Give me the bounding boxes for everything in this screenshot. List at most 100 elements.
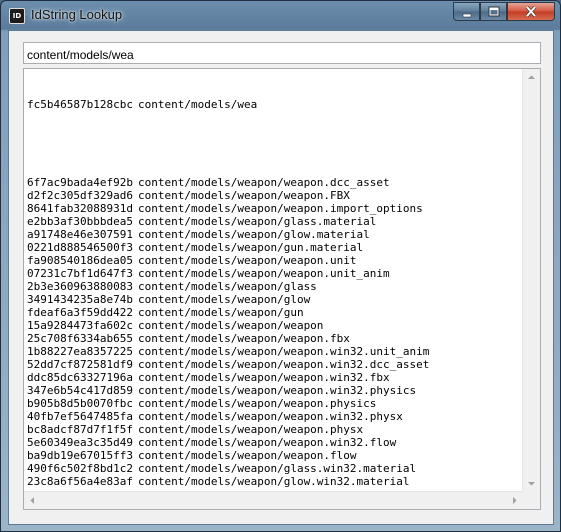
hash-value: 347e6b54c417d859: [27, 384, 133, 397]
hash-value: ba9db19e67015ff3: [27, 449, 133, 462]
hash-value: 52dd7cf872581df9: [27, 358, 133, 371]
hash-value: 2b3e360963880083: [27, 280, 133, 293]
result-row: 52dd7cf872581df9 content/models/weapon/we…: [27, 358, 521, 371]
path-value: content/models/weapon/gun.win32.material: [138, 488, 403, 490]
result-row: 15a9284473fa602c content/models/weapon/we…: [27, 319, 521, 332]
path-value: content/models/weapon/weapon.physics: [138, 397, 377, 410]
result-row: ddc85dc63327196a content/models/weapon/we…: [27, 371, 521, 384]
result-row: 07231c7bf1d647f3 content/models/weapon/we…: [27, 267, 521, 280]
path-value: content/models/weapon/glow.material: [138, 228, 370, 241]
vertical-scrollbar[interactable]: [522, 69, 540, 492]
result-row: 25c708f6334ab655 content/models/weapon/we…: [27, 332, 521, 345]
path-value: content/models/weapon/weapon.dcc_asset: [138, 176, 390, 189]
result-row: 1b88227ea8357225 content/models/weapon/we…: [27, 345, 521, 358]
hash-value: fa908540186dea05: [27, 254, 133, 267]
result-row: a91748e46e307591 content/models/weapon/gl…: [27, 228, 521, 241]
path-value: content/models/weapon/weapon.unit_anim: [138, 267, 390, 280]
hash-value: e2bb3af30bbbdea5: [27, 215, 133, 228]
horizontal-scrollbar[interactable]: [24, 491, 523, 509]
client-area: fc5b46587b128cbc content/models/wea 6f7ac…: [8, 30, 554, 525]
title-bar[interactable]: ID IdString Lookup: [1, 1, 560, 29]
path-value: content/models/weapon/glass.material: [138, 215, 377, 228]
minimize-button[interactable]: [453, 2, 480, 21]
search-input[interactable]: [23, 42, 541, 64]
scrollbar-corner: [523, 492, 540, 509]
results-content: fc5b46587b128cbc content/models/wea 6f7ac…: [27, 72, 521, 490]
scroll-down-button[interactable]: [523, 475, 540, 492]
close-button[interactable]: [507, 2, 555, 21]
path-value: content/models/weapon/weapon.win32.dcc_a…: [138, 358, 430, 371]
result-row: d2f2c305df329ad6 content/models/weapon/we…: [27, 189, 521, 202]
app-window: ID IdString Lookup fc5b46587b128cbc conte…: [0, 0, 561, 532]
path-value: content/models/weapon/glass: [138, 280, 317, 293]
scroll-up-arrow-icon: [523, 69, 540, 86]
path-value: content/models/weapon/glow.win32.materia…: [138, 475, 410, 488]
result-row: 490f6c502f8bd1c2 content/models/weapon/gl…: [27, 462, 521, 475]
result-row: 23c8a6f56a4e83af content/models/weapon/gl…: [27, 475, 521, 488]
result-row: fdeaf6a3f59dd422 content/models/weapon/gu…: [27, 306, 521, 319]
result-row: fa908540186dea05 content/models/weapon/we…: [27, 254, 521, 267]
hash-value: 3491434235a8e74b: [27, 293, 133, 306]
path-value: content/models/weapon/weapon.flow: [138, 449, 357, 462]
hash-value: 0221d888546500f3: [27, 241, 133, 254]
window-title: IdString Lookup: [31, 7, 123, 22]
query-hash-line: fc5b46587b128cbc content/models/wea: [27, 98, 521, 111]
scroll-left-arrow-icon: [24, 492, 41, 509]
hash-value: 6f7ac9bada4ef92b: [27, 176, 133, 189]
scroll-right-arrow-icon: [506, 492, 523, 509]
hash-value: 8641fab32088931d: [27, 202, 133, 215]
app-icon[interactable]: ID: [9, 8, 25, 24]
hash-value: b905b8d5b0070fbc: [27, 397, 133, 410]
scroll-up-button[interactable]: [523, 69, 540, 86]
close-icon: [508, 3, 554, 20]
result-row: 5e60349ea3c35d49 content/models/weapon/we…: [27, 436, 521, 449]
maximize-button[interactable]: [480, 2, 507, 21]
path-value: content/models/weapon/gun.material: [138, 241, 364, 254]
path-value: content/models/weapon/weapon.physx: [138, 423, 364, 436]
result-row: ba9db19e67015ff3 content/models/weapon/we…: [27, 449, 521, 462]
hash-value: 23c8a6f56a4e83af: [27, 475, 133, 488]
results-textbox[interactable]: fc5b46587b128cbc content/models/wea 6f7ac…: [23, 68, 541, 510]
hash-value: a91748e46e307591: [27, 228, 133, 241]
path-value: content/models/weapon/weapon.unit: [138, 254, 357, 267]
path-value: content/models/weapon/weapon.win32.physx: [138, 410, 403, 423]
path-value: content/models/weapon/weapon.fbx: [138, 332, 350, 345]
maximize-icon: [481, 3, 506, 20]
hash-value: 15a9284473fa602c: [27, 319, 133, 332]
path-value: content/models/weapon/glow: [138, 293, 311, 306]
scroll-down-arrow-icon: [523, 475, 540, 492]
hash-value: fdeaf6a3f59dd422: [27, 306, 133, 319]
path-value: content/models/weapon/gun: [138, 306, 304, 319]
hash-value: bc8adcf87d7f1f5f: [27, 423, 133, 436]
path-value: content/models/weapon/weapon.import_opti…: [138, 202, 423, 215]
result-row: e2bb3af30bbbdea5 content/models/weapon/gl…: [27, 215, 521, 228]
result-row: 2b3e360963880083 content/models/weapon/gl…: [27, 280, 521, 293]
hash-value: 40fb7ef5647485fa: [27, 410, 133, 423]
hash-value: fc5b46587b128cbc: [27, 98, 133, 111]
path-value: content/models/weapon/weapon.win32.flow: [138, 436, 397, 449]
path-value: content/models/weapon/weapon: [138, 319, 324, 332]
path-value: content/models/weapon/weapon.win32.physi…: [138, 384, 417, 397]
hash-value: 5e60349ea3c35d49: [27, 436, 133, 449]
hash-value: 1b88227ea8357225: [27, 345, 133, 358]
path-value: content/models/weapon/weapon.win32.fbx: [138, 371, 390, 384]
hash-value: a79c3c47d1eaef37: [27, 488, 138, 490]
result-row: 3491434235a8e74b content/models/weapon/gl…: [27, 293, 521, 306]
scroll-right-button[interactable]: [506, 492, 523, 509]
result-row: bc8adcf87d7f1f5f content/models/weapon/we…: [27, 423, 521, 436]
hash-value: 07231c7bf1d647f3: [27, 267, 133, 280]
result-row: 347e6b54c417d859 content/models/weapon/we…: [27, 384, 521, 397]
scroll-left-button[interactable]: [24, 492, 41, 509]
hash-value: 25c708f6334ab655: [27, 332, 133, 345]
hash-value: d2f2c305df329ad6: [27, 189, 133, 202]
path-value: content/models/weapon/weapon.win32.unit_…: [138, 345, 430, 358]
result-row: 0221d888546500f3 content/models/weapon/gu…: [27, 241, 521, 254]
path-value: content/models/wea: [138, 98, 258, 111]
result-row: 40fb7ef5647485fa content/models/weapon/we…: [27, 410, 521, 423]
path-value: content/models/weapon/glass.win32.materi…: [138, 462, 417, 475]
result-row: 6f7ac9bada4ef92b content/models/weapon/we…: [27, 176, 521, 189]
hash-value: ddc85dc63327196a: [27, 371, 133, 384]
result-row: a79c3c47d1eaef37content/models/weapon/gu…: [27, 488, 521, 490]
minimize-icon: [454, 3, 479, 20]
